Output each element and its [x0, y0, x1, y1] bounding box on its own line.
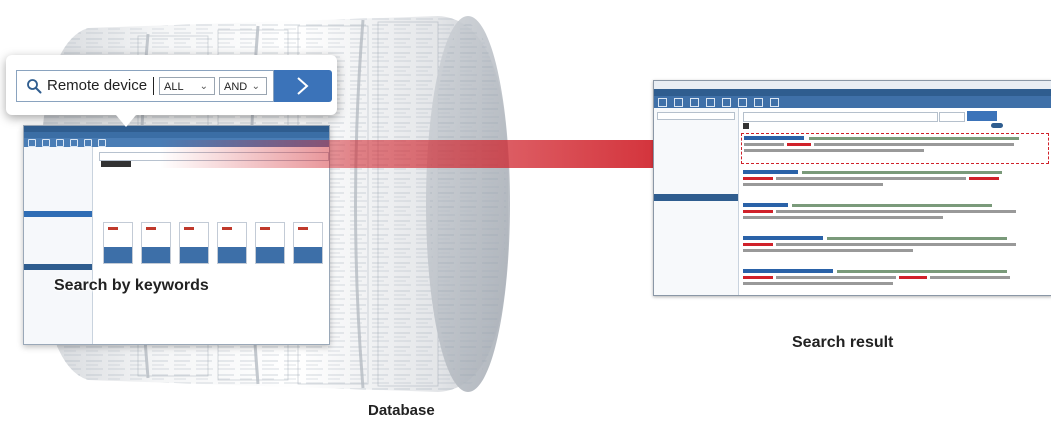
result-search-input[interactable] [743, 112, 938, 122]
text-cursor [153, 77, 154, 95]
recent-documents [103, 222, 323, 264]
search-condition-header[interactable] [654, 194, 738, 201]
result-item[interactable] [743, 168, 1047, 197]
tree-item[interactable] [658, 178, 738, 184]
result-window-titlebar [654, 81, 1051, 89]
back-icon[interactable] [658, 97, 667, 107]
toolbar-icon[interactable] [56, 138, 64, 147]
search-submit-button[interactable] [274, 70, 332, 102]
operator-select-value: AND [224, 81, 248, 93]
document-thumbnail[interactable] [179, 222, 209, 264]
search-condition-header[interactable] [24, 264, 92, 270]
tree-item[interactable] [24, 217, 92, 223]
document-thumbnail[interactable] [103, 222, 133, 264]
search-by-keywords-label: Search by keywords [54, 277, 209, 294]
toolbar-icon[interactable] [28, 138, 36, 147]
toolbar-icon[interactable] [738, 97, 747, 107]
result-list-panel [739, 108, 1051, 295]
toolbar-icon[interactable] [70, 138, 78, 147]
search-result-window [653, 80, 1051, 296]
category-tree [654, 124, 738, 184]
keyword-search-input[interactable]: Remote device ALL ⌄ AND ⌄ [16, 70, 274, 102]
chevron-down-icon: ⌄ [199, 81, 208, 92]
document-thumbnail[interactable] [255, 222, 285, 264]
document-thumbnail[interactable] [293, 222, 323, 264]
toolbar-icon[interactable] [98, 138, 106, 147]
home-icon[interactable] [690, 97, 699, 107]
chevron-down-icon: ⌄ [251, 81, 260, 92]
toolbar-icon[interactable] [84, 138, 92, 147]
toolbar-icon[interactable] [706, 97, 715, 107]
search-submit-button[interactable] [967, 111, 997, 121]
mini-search-button[interactable] [101, 161, 131, 167]
search-icon [27, 79, 42, 94]
forward-icon[interactable] [674, 97, 683, 107]
result-item[interactable] [743, 267, 1047, 295]
search-popup: Remote device ALL ⌄ AND ⌄ [6, 55, 337, 127]
document-thumbnail[interactable] [141, 222, 171, 264]
result-list [741, 133, 1049, 295]
toolbar-icon[interactable] [770, 97, 779, 107]
toolbar-icon[interactable] [42, 138, 50, 147]
result-item-highlighted[interactable] [741, 133, 1049, 164]
search-result-label: Search result [792, 334, 894, 351]
toolbar-icon[interactable] [754, 97, 763, 107]
scope-select[interactable] [939, 112, 965, 122]
result-item[interactable] [743, 234, 1047, 263]
search-query-text: Remote device [47, 77, 148, 94]
category-tree-panel [24, 147, 93, 344]
scope-select-value: ALL [164, 81, 184, 93]
result-window-menubar [654, 89, 1051, 96]
result-window-toolbar [654, 96, 1051, 108]
document-thumbnail[interactable] [217, 222, 247, 264]
category-select[interactable] [657, 112, 735, 120]
fuzzy-search-toggle[interactable] [991, 123, 1003, 128]
database-label: Database [368, 402, 435, 419]
chevron-right-icon [297, 77, 309, 95]
scope-select[interactable]: ALL ⌄ [159, 77, 215, 95]
operator-select[interactable]: AND ⌄ [219, 77, 267, 95]
result-category-panel [654, 108, 739, 295]
result-item[interactable] [743, 201, 1047, 230]
toolbar-icon[interactable] [722, 97, 731, 107]
search-button[interactable] [743, 123, 749, 129]
